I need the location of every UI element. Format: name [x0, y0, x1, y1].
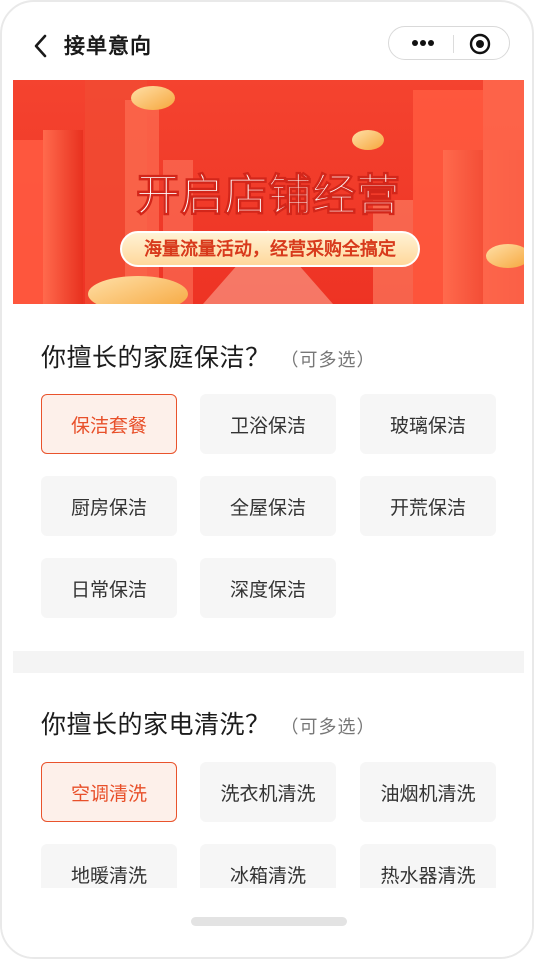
section-title-text: 你擅长的家庭保洁？: [41, 343, 271, 372]
option-glass-cleaning[interactable]: 玻璃保洁: [360, 394, 496, 454]
section-divider: [13, 651, 524, 673]
option-ac-cleaning[interactable]: 空调清洗: [41, 762, 177, 822]
home-indicator[interactable]: [191, 917, 347, 926]
multi-select-hint: （可多选）: [280, 350, 376, 371]
banner-headline: 开启店铺经营: [136, 170, 400, 221]
phone-frame: 接单意向 开启店铺经营 海量流量活动，经营采购全搞定 你擅长的家庭保洁？ （可多…: [0, 0, 534, 959]
option-deep-cleaning[interactable]: 深度保洁: [200, 558, 336, 618]
option-cleaning-package[interactable]: 保洁套餐: [41, 394, 177, 454]
multi-select-hint: （可多选）: [280, 717, 376, 738]
back-chevron-icon[interactable]: [28, 32, 56, 60]
promo-banner[interactable]: 开启店铺经营 海量流量活动，经营采购全搞定: [13, 80, 524, 304]
section-title-text: 你擅长的家电清洗？: [41, 710, 271, 739]
close-target-icon[interactable]: [467, 31, 493, 57]
option-bathroom-cleaning[interactable]: 卫浴保洁: [200, 394, 336, 454]
more-dots-icon[interactable]: [401, 27, 445, 59]
mini-program-capsule: [388, 26, 510, 60]
option-post-renovation-cleaning[interactable]: 开荒保洁: [360, 476, 496, 536]
nav-bar: 接单意向: [2, 2, 532, 80]
option-washer-cleaning[interactable]: 洗衣机清洗: [200, 762, 336, 822]
section-title-cleaning: 你擅长的家庭保洁？ （可多选）: [41, 338, 376, 374]
banner-illustration: 开启店铺经营 海量流量活动，经营采购全搞定: [13, 80, 524, 304]
option-range-hood-cleaning[interactable]: 油烟机清洗: [360, 762, 496, 822]
option-kitchen-cleaning[interactable]: 厨房保洁: [41, 476, 177, 536]
option-whole-house-cleaning[interactable]: 全屋保洁: [200, 476, 336, 536]
banner-subline: 海量流量活动，经营采购全搞定: [144, 238, 396, 260]
option-daily-cleaning[interactable]: 日常保洁: [41, 558, 177, 618]
page-title: 接单意向: [64, 34, 152, 58]
section-title-appliance: 你擅长的家电清洗？ （可多选）: [41, 705, 376, 741]
capsule-divider: [453, 35, 454, 53]
